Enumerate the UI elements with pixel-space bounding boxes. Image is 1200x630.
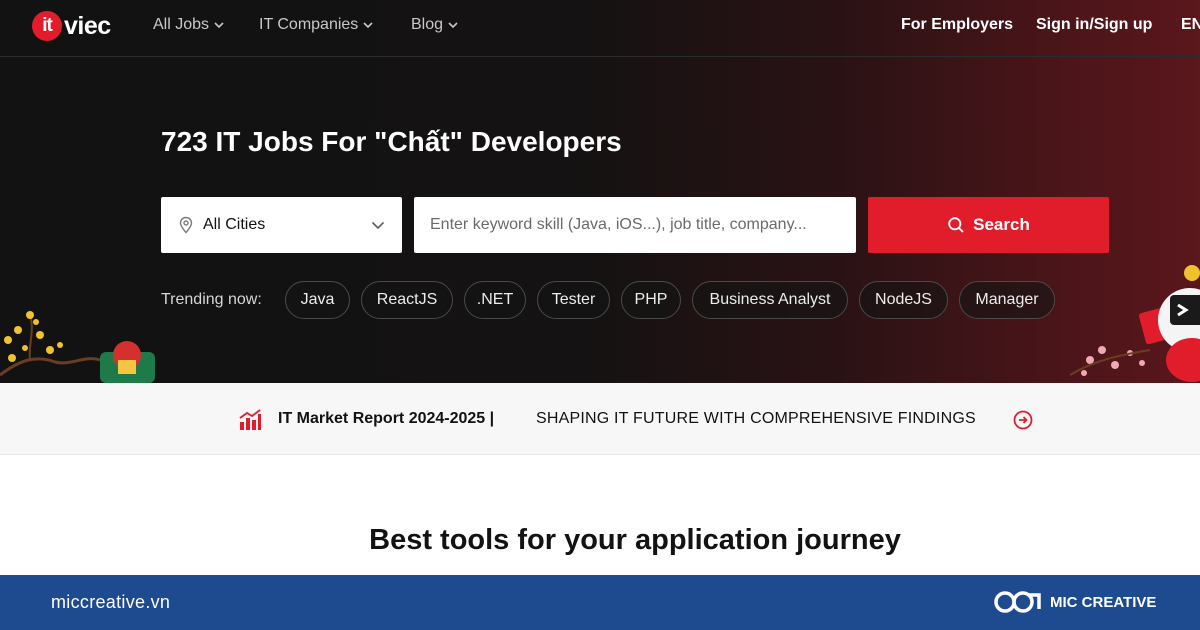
market-report-subtitle[interactable]: SHAPING IT FUTURE WITH COMPREHENSIVE FIN… xyxy=(536,410,976,428)
trending-tag[interactable]: Java xyxy=(285,281,350,319)
trending-tag[interactable]: ReactJS xyxy=(361,281,453,319)
chevron-down-icon xyxy=(363,22,373,29)
search-input[interactable] xyxy=(414,197,856,253)
market-report-title[interactable]: IT Market Report 2024-2025 | xyxy=(278,410,494,428)
logo-badge: it xyxy=(32,11,62,41)
section-title: Best tools for your application journey xyxy=(369,524,901,556)
nav-it-companies-label: IT Companies xyxy=(259,16,359,33)
chevron-down-icon xyxy=(371,221,385,230)
nav-all-jobs-label: All Jobs xyxy=(153,16,210,33)
nav-blog[interactable]: Blog xyxy=(411,16,459,34)
itviec-logo[interactable]: it viec xyxy=(32,10,111,42)
top-navbar: it viec All Jobs IT Companies Blog For E… xyxy=(0,0,1200,57)
trending-tag[interactable]: PHP xyxy=(621,281,681,319)
nav-blog-label: Blog xyxy=(411,16,444,33)
trending-tag[interactable]: .NET xyxy=(464,281,526,319)
for-employers-link[interactable]: For Employers xyxy=(901,16,1013,34)
language-switch[interactable]: EN xyxy=(1181,16,1200,34)
chevron-down-icon xyxy=(214,22,224,29)
search-icon xyxy=(948,217,964,233)
city-select[interactable]: All Cities xyxy=(161,197,402,253)
hero-section: it viec All Jobs IT Companies Blog For E… xyxy=(0,0,1200,383)
bar-chart-icon xyxy=(239,409,261,430)
nav-all-jobs[interactable]: All Jobs xyxy=(153,16,225,34)
footer-brand: MIC CREATIVE xyxy=(1050,594,1157,611)
search-button-label: Search xyxy=(973,215,1030,234)
search-button[interactable]: Search xyxy=(868,197,1109,253)
nav-it-companies[interactable]: IT Companies xyxy=(259,16,374,34)
lucky-cat-decoration xyxy=(1070,265,1200,382)
arrow-right-circle-icon[interactable] xyxy=(1013,410,1033,430)
sign-in-link[interactable]: Sign in/Sign up xyxy=(1036,16,1152,34)
hero-title: 723 IT Jobs For "Chất" Developers xyxy=(161,126,622,157)
trending-tag[interactable]: Business Analyst xyxy=(692,281,848,319)
chevron-down-icon xyxy=(448,22,458,29)
logo-text: viec xyxy=(64,11,111,40)
trending-tag[interactable]: Tester xyxy=(537,281,610,319)
trending-label: Trending now: xyxy=(161,291,262,308)
map-pin-icon xyxy=(179,216,193,234)
trending-tag[interactable]: Manager xyxy=(959,281,1055,319)
apricot-blossom-decoration xyxy=(0,311,155,383)
mic-creative-logo-icon xyxy=(994,591,1041,613)
footer-url: miccreative.vn xyxy=(51,592,171,612)
city-select-label: All Cities xyxy=(203,216,266,233)
trending-tag[interactable]: NodeJS xyxy=(859,281,948,319)
